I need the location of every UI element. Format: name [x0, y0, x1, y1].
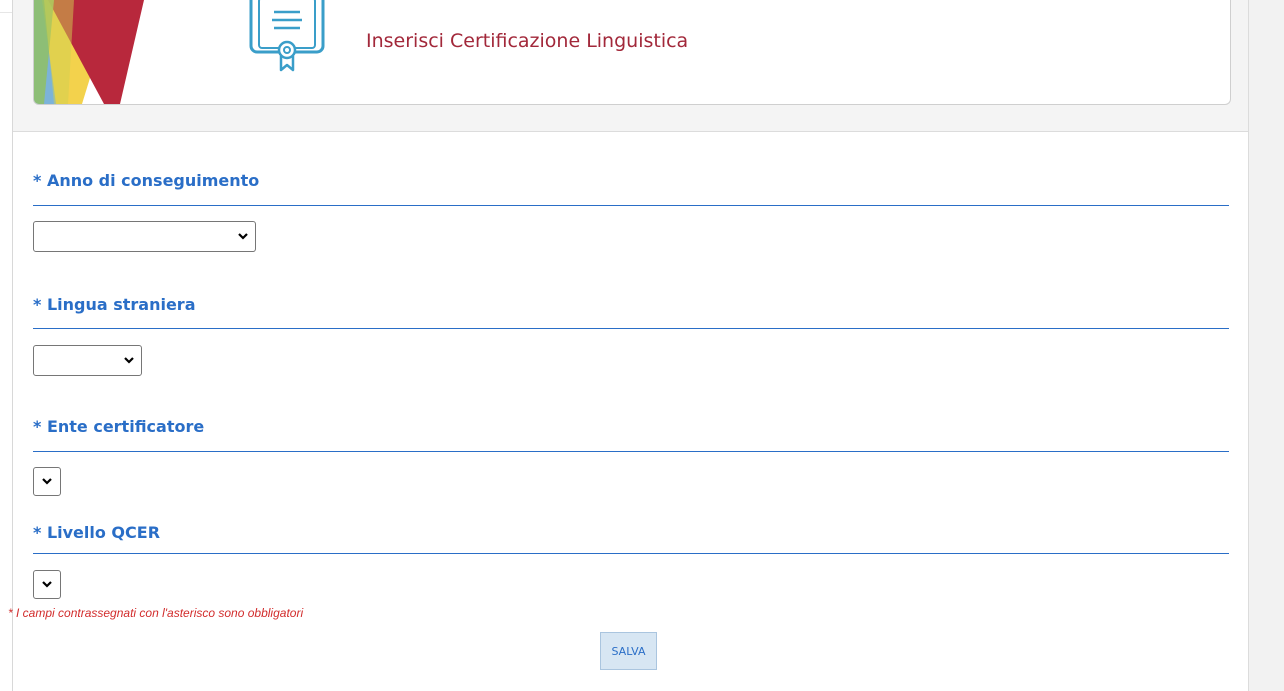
chevron-down-icon [42, 478, 52, 485]
chevron-down-icon [124, 357, 134, 364]
ente-select[interactable] [33, 467, 61, 496]
section-divider [33, 553, 1229, 554]
right-gutter [1248, 0, 1284, 691]
anno-select[interactable] [33, 221, 256, 252]
section-divider [33, 328, 1229, 329]
livello-select[interactable] [33, 570, 61, 599]
header-band: Inserisci Certificazione Linguistica [13, 0, 1248, 132]
field-label-anno: * Anno di conseguimento [33, 171, 260, 190]
logo-icon [34, 0, 144, 104]
save-button[interactable]: SALVA [600, 632, 657, 670]
content-panel: Inserisci Certificazione Linguistica * A… [12, 0, 1248, 691]
chevron-down-icon [42, 581, 52, 588]
section-divider [33, 205, 1229, 206]
page-title: Inserisci Certificazione Linguistica [366, 30, 689, 52]
lingua-select[interactable] [33, 345, 142, 376]
field-label-livello: * Livello QCER [33, 523, 161, 542]
chevron-down-icon [238, 233, 248, 240]
certificate-icon [249, 0, 325, 72]
header-card: Inserisci Certificazione Linguistica [33, 0, 1231, 105]
section-divider [33, 451, 1229, 452]
field-label-lingua: * Lingua straniera [33, 295, 196, 314]
required-fields-note: * I campi contrassegnati con l'asterisco… [8, 606, 304, 620]
field-label-ente: * Ente certificatore [33, 417, 205, 436]
